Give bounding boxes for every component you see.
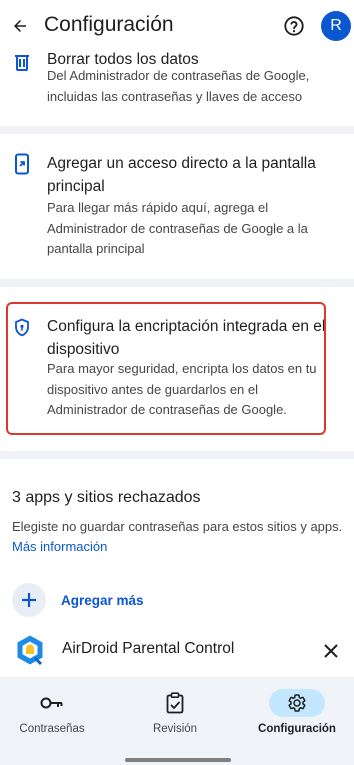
add-more-label: Agregar más — [61, 592, 144, 608]
device-encryption-title: Configura la encriptación integrada en e… — [47, 318, 326, 358]
nav-checkup-label: Revisión — [152, 723, 198, 735]
help-circle-icon — [284, 16, 304, 36]
more-info-link[interactable]: Más información — [12, 538, 107, 556]
home-shortcut-title: Agregar un acceso directo a la pantalla … — [47, 155, 316, 195]
nav-settings[interactable]: Configuración — [247, 687, 347, 747]
nav-passwords[interactable]: Contraseñas — [2, 687, 102, 747]
rejected-section-description: Elegiste no guardar contraseñas para est… — [12, 519, 343, 534]
section-divider — [0, 126, 354, 134]
nav-passwords-label: Contraseñas — [19, 723, 85, 735]
arrow-back-icon — [14, 20, 26, 32]
device-encryption-row[interactable]: Configura la encriptación integrada en e… — [0, 287, 354, 442]
rejected-site-row: AirDroid Parental Control — [0, 630, 354, 672]
trash-icon — [13, 52, 31, 72]
section-divider — [0, 279, 354, 287]
add-more-button[interactable]: Agregar más — [12, 582, 144, 618]
nav-checkup[interactable]: Revisión — [125, 687, 225, 747]
gear-icon — [269, 689, 325, 717]
plus-icon — [12, 583, 46, 617]
home-shortcut-subtitle: Para llegar más rápido aquí, agrega el A… — [47, 200, 308, 256]
nav-settings-label: Configuración — [258, 723, 336, 735]
gesture-navigation-bar[interactable] — [125, 758, 231, 762]
back-button[interactable] — [4, 10, 36, 42]
rejected-section-title: 3 apps y sitios rechazados — [12, 489, 201, 506]
clipboard-check-icon — [147, 689, 203, 717]
add-to-home-screen-icon — [13, 153, 31, 175]
device-encryption-subtitle: Para mayor seguridad, encripta los datos… — [47, 361, 317, 417]
delete-all-data-subtitle: Del Administrador de contraseñas de Goog… — [47, 68, 310, 104]
key-icon — [24, 689, 80, 717]
home-shortcut-row[interactable]: Agregar un acceso directo a la pantalla … — [0, 134, 354, 264]
airdroid-logo-icon — [15, 634, 45, 666]
page-title: Configuración — [44, 13, 174, 36]
shield-lock-icon — [13, 317, 31, 337]
section-divider — [0, 451, 354, 459]
rejected-site-name: AirDroid Parental Control — [62, 640, 235, 657]
bottom-navigation: Contraseñas Revisión Configuración — [0, 677, 354, 765]
account-avatar[interactable]: R — [321, 11, 351, 41]
help-button[interactable] — [280, 12, 308, 40]
remove-site-button[interactable] — [318, 638, 344, 664]
close-icon — [324, 644, 338, 658]
top-app-bar: Configuración R — [0, 0, 354, 52]
